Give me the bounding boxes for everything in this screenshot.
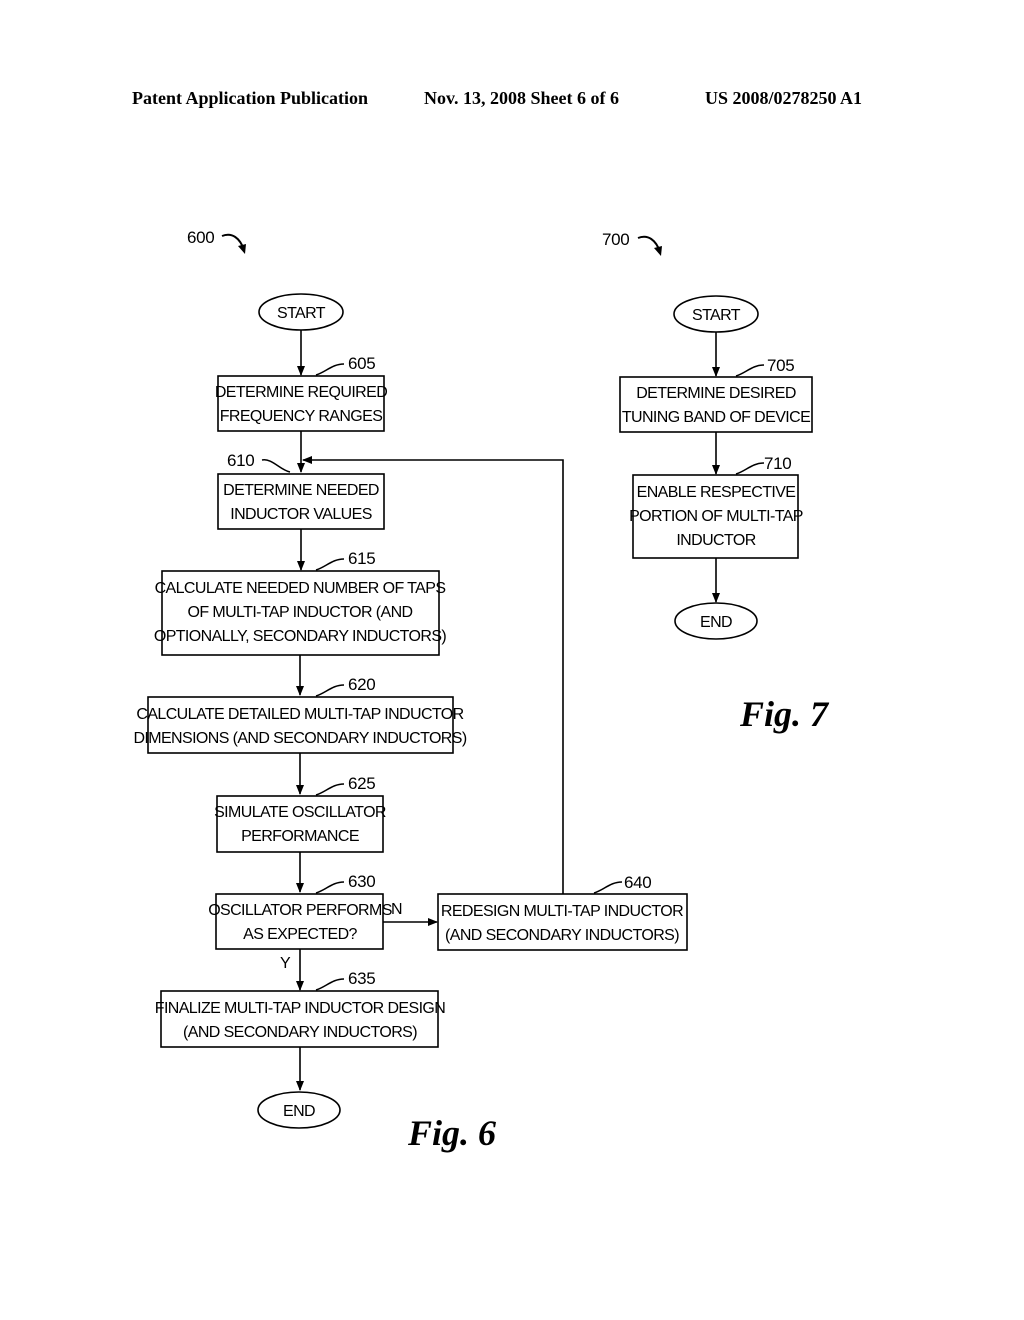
figure-7: 700 START DETERMINE DESIRED TUNING BAND … <box>602 230 830 734</box>
step-705-line-1: DETERMINE DESIRED <box>636 385 796 402</box>
step-615-ref: 615 <box>348 549 375 568</box>
step-630-line-1: OSCILLATOR PERFORMS <box>208 902 392 919</box>
fig7-end-label: END <box>700 614 732 631</box>
step-625-ref: 625 <box>348 774 375 793</box>
step-710-line-1: ENABLE RESPECTIVE <box>637 484 796 501</box>
step-610-line-1: DETERMINE NEEDED <box>223 482 379 499</box>
step-610-line-2: INDUCTOR VALUES <box>230 506 372 523</box>
step-630-ref: 630 <box>348 872 375 891</box>
step-605-line-2: FREQUENCY RANGES <box>220 408 383 425</box>
leader-line <box>735 462 765 475</box>
leader-line <box>315 783 345 796</box>
leader-line <box>315 881 345 894</box>
step-615-line-2: OF MULTI-TAP INDUCTOR (AND <box>188 604 413 621</box>
fig6-step-615: CALCULATE NEEDED NUMBER OF TAPS OF MULTI… <box>154 549 447 656</box>
fig6-caption: Fig. 6 <box>407 1113 496 1153</box>
step-705-line-2: TUNING BAND OF DEVICE <box>622 409 810 426</box>
step-625-line-2: PERFORMANCE <box>241 828 359 845</box>
step-610-ref: 610 <box>227 451 254 470</box>
fig7-caption: Fig. 7 <box>739 694 830 734</box>
step-635-line-1: FINALIZE MULTI-TAP INDUCTOR DESIGN <box>155 1000 445 1017</box>
step-640-line-1: REDESIGN MULTI-TAP INDUCTOR <box>441 903 683 920</box>
flowchart-diagram: 600 START DETERMINE REQUIRED FREQUENCY R… <box>133 228 830 1153</box>
step-605-ref: 605 <box>348 354 375 373</box>
step-635-ref: 635 <box>348 969 375 988</box>
leader-line <box>261 459 291 473</box>
step-705-ref: 705 <box>767 356 794 375</box>
step-625-line-1: SIMULATE OSCILLATOR <box>214 804 386 821</box>
leader-line <box>735 364 765 377</box>
step-605-line-1: DETERMINE REQUIRED <box>215 384 387 401</box>
step-630-line-2: AS EXPECTED? <box>243 926 357 943</box>
fig6-ref-arrowhead-icon <box>238 244 246 254</box>
step-640-line-2: (AND SECONDARY INDUCTORS) <box>445 927 679 944</box>
step-620-line-2: DIMENSIONS (AND SECONDARY INDUCTORS) <box>133 730 466 747</box>
figure-6: 600 START DETERMINE REQUIRED FREQUENCY R… <box>133 228 688 1153</box>
step-710-ref: 710 <box>764 454 791 473</box>
fig6-ref-label: 600 <box>187 228 214 247</box>
leader-line <box>315 558 345 571</box>
fig6-end-label: END <box>283 1103 315 1120</box>
step-615-line-1: CALCULATE NEEDED NUMBER OF TAPS <box>155 580 446 597</box>
step-710-line-3: INDUCTOR <box>676 532 755 549</box>
step-615-line-3: OPTIONALLY, SECONDARY INDUCTORS) <box>154 628 447 645</box>
step-620-line-1: CALCULATE DETAILED MULTI-TAP INDUCTOR <box>136 706 463 723</box>
leader-line <box>315 684 345 697</box>
step-620-ref: 620 <box>348 675 375 694</box>
leader-line <box>315 978 345 991</box>
leader-line <box>315 363 345 376</box>
leader-line <box>593 881 623 894</box>
branch-yes-label: Y <box>280 955 291 972</box>
fig7-ref-label: 700 <box>602 230 629 249</box>
fig7-start-label: START <box>692 307 741 324</box>
fig6-start-label: START <box>277 305 326 322</box>
step-710-line-2: PORTION OF MULTI-TAP <box>629 508 803 525</box>
step-635-line-2: (AND SECONDARY INDUCTORS) <box>183 1024 417 1041</box>
step-640-ref: 640 <box>624 873 651 892</box>
branch-no-label: N <box>391 901 402 918</box>
fig7-ref-arrowhead-icon <box>654 246 662 256</box>
